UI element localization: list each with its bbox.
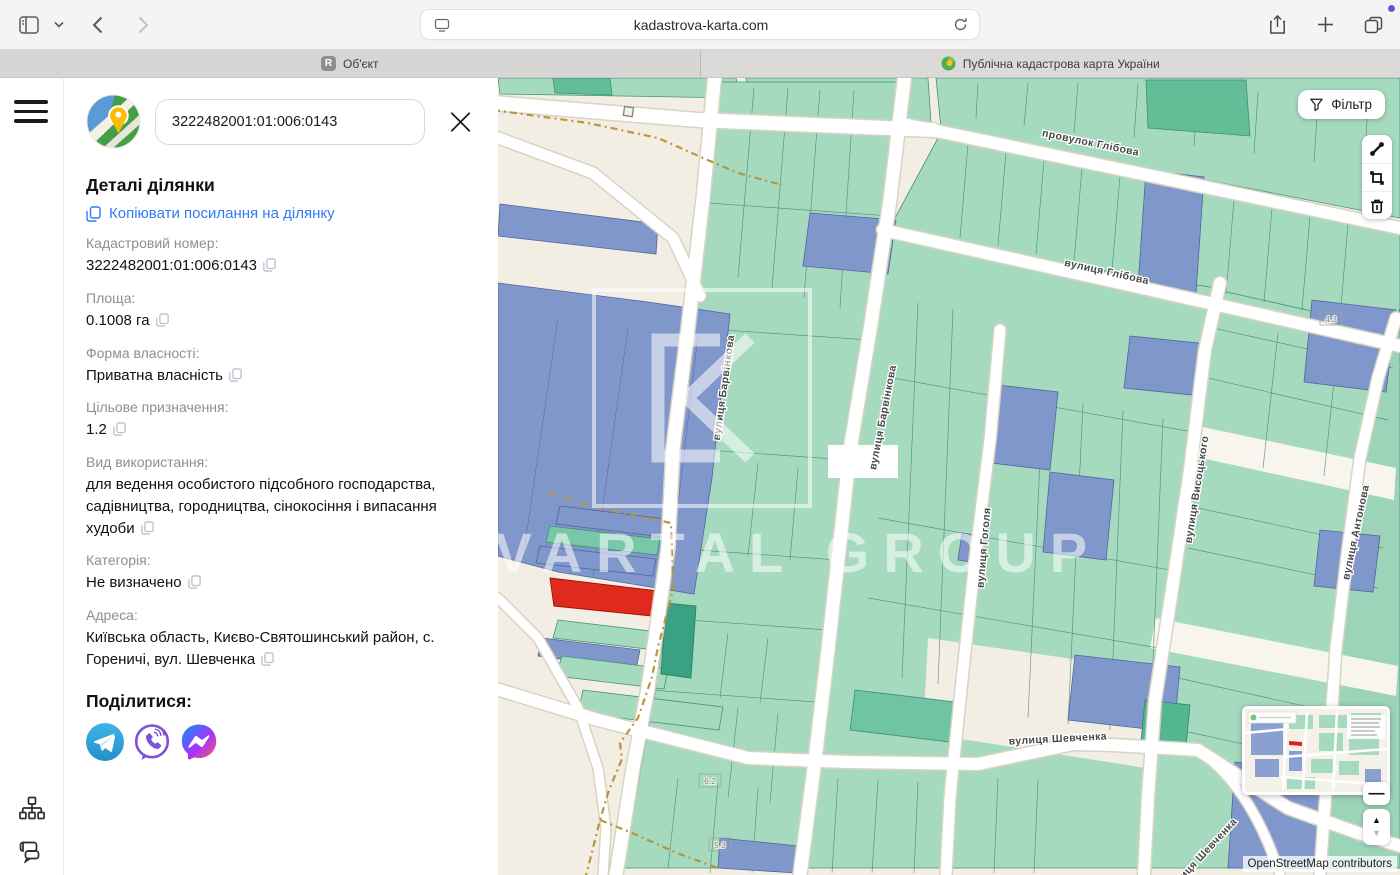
search-input[interactable]	[155, 99, 425, 145]
browser-toolbar: kadastrova-karta.com	[0, 0, 1400, 50]
menu-icon[interactable]	[14, 100, 48, 123]
map-canvas[interactable]: 6.2 5.3 4.3 провулок Глібова вулиця Гліб…	[498, 78, 1400, 875]
address-bar[interactable]: kadastrova-karta.com	[420, 9, 980, 40]
field-address: Адреса: Київська область, Києво-Святошин…	[86, 607, 474, 671]
share-title: Поділитися:	[86, 691, 474, 712]
copy-parcel-link[interactable]: Копіювати посилання на ділянку	[86, 205, 474, 222]
filter-button[interactable]: Фільтр	[1298, 90, 1385, 119]
field-category: Категорія: Не визначено	[86, 552, 474, 594]
app-logo[interactable]	[86, 94, 141, 149]
copy-icon[interactable]	[141, 521, 154, 535]
panel-title: Деталі ділянки	[86, 175, 474, 196]
left-rail	[0, 78, 64, 875]
chevron-down-icon[interactable]	[52, 12, 66, 38]
parcel-details-panel: Деталі ділянки Копіювати посилання на ді…	[64, 78, 498, 875]
new-tab-icon[interactable]	[1312, 12, 1338, 38]
copy-icon[interactable]	[229, 368, 242, 382]
tab-favicon-r: R	[321, 56, 336, 71]
tab-favicon-map	[941, 56, 956, 71]
share-icon[interactable]	[1264, 12, 1290, 38]
tab-overview-icon[interactable]	[1360, 12, 1386, 38]
zoom-down-arrow[interactable]: ▼	[1372, 827, 1381, 840]
field-cadastral-number: Кадастровий номер: 3222482001:01:006:014…	[86, 235, 474, 277]
trash-icon	[1369, 198, 1385, 214]
zoom-control: — ▲ ▼	[1363, 782, 1390, 845]
field-purpose: Цільове призначення: 1.2	[86, 399, 474, 441]
map-attribution: OpenStreetMap contributors	[1243, 856, 1397, 872]
copy-icon[interactable]	[263, 258, 276, 272]
funnel-icon	[1309, 97, 1324, 112]
back-button[interactable]	[84, 12, 110, 38]
viber-icon[interactable]	[133, 723, 171, 761]
notification-dot	[1388, 5, 1395, 12]
forward-button[interactable]	[130, 12, 156, 38]
delete-tool-button[interactable]	[1362, 191, 1392, 219]
url-text: kadastrova-karta.com	[455, 17, 947, 33]
sidebar-toggle-icon[interactable]	[16, 12, 42, 38]
zoom-out-button[interactable]: —	[1363, 782, 1390, 805]
field-usage: Вид використання: для ведення особистого…	[86, 454, 474, 539]
sitemap-icon[interactable]	[19, 796, 45, 821]
chat-icon[interactable]	[19, 839, 45, 863]
copy-icon[interactable]	[261, 652, 274, 666]
tab-cadastral-map[interactable]: Публічна кадастрова карта України	[700, 50, 1400, 77]
copy-icon[interactable]	[113, 422, 126, 436]
messenger-icon[interactable]	[180, 723, 218, 761]
page-settings-icon[interactable]	[429, 12, 455, 38]
copy-icon[interactable]	[188, 575, 201, 589]
tab-strip: R Об'єкт Публічна кадастрова карта Украї…	[0, 50, 1400, 78]
measure-tool-button[interactable]	[1362, 135, 1392, 163]
field-ownership: Форма власності: Приватна власність	[86, 345, 474, 387]
copy-icon	[86, 206, 101, 222]
map-toolbar	[1362, 135, 1392, 219]
area-select-tool-button[interactable]	[1362, 163, 1392, 191]
crop-icon	[1369, 170, 1385, 186]
tab-object[interactable]: R Об'єкт	[0, 50, 700, 77]
tab-label: Публічна кадастрова карта України	[963, 57, 1160, 71]
reload-icon[interactable]	[947, 12, 973, 38]
field-area: Площа: 0.1008 га	[86, 290, 474, 332]
zoom-stepper[interactable]: ▲ ▼	[1363, 809, 1390, 845]
zone-label-1: 6.2	[704, 776, 716, 786]
tab-label: Об'єкт	[343, 57, 379, 71]
zoom-up-arrow[interactable]: ▲	[1372, 814, 1381, 827]
close-icon[interactable]	[447, 108, 474, 136]
zone-label-2: 5.3	[714, 840, 726, 850]
zone-label-3: 4.3	[1325, 314, 1337, 324]
telegram-icon[interactable]	[86, 723, 124, 761]
ruler-icon	[1369, 141, 1385, 157]
copy-icon[interactable]	[156, 313, 169, 327]
